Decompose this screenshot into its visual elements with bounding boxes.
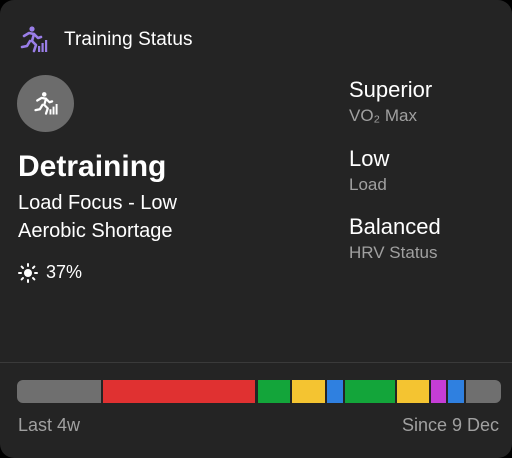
history-segment [466,380,501,403]
history-segment [431,380,446,403]
status-name: Detraining [18,150,167,183]
vo2max-value: Superior [349,77,433,102]
load-metric: Low Load [349,146,389,195]
history-segment [258,380,290,403]
range-start-label: Last 4w [18,415,81,435]
history-segment [397,380,429,403]
history-segment [17,380,101,403]
hrv-value: Balanced [349,214,441,239]
history-segment [327,380,343,403]
history-segment [448,380,464,403]
acclimation-value: 37% [46,262,83,282]
status-badge [17,75,74,132]
hrv-label: HRV Status [349,243,438,262]
load-shortage-text: Aerobic Shortage [18,220,173,242]
history-segment [292,380,325,403]
card-title: Training Status [64,29,193,50]
vo2max-metric: Superior VO₂ Max [349,77,432,126]
runner-status-icon [33,91,58,115]
history-segment [345,380,395,403]
training-status-card[interactable]: Training Status Detraining Load Focus - … [0,0,512,458]
load-value: Low [349,146,390,171]
runner-status-icon [20,26,48,53]
load-label: Load [349,175,387,194]
vo2max-label: VO₂ Max [349,106,417,125]
divider [0,362,512,363]
history-segment [103,380,255,403]
load-focus-text: Load Focus - Low [18,192,177,214]
card-header: Training Status [18,24,193,56]
hrv-metric: Balanced HRV Status [349,214,441,263]
sun-icon [18,262,38,283]
acclimation-row: 37% [18,262,82,283]
status-history-bar [17,380,501,403]
range-end-label: Since 9 Dec [401,415,499,435]
